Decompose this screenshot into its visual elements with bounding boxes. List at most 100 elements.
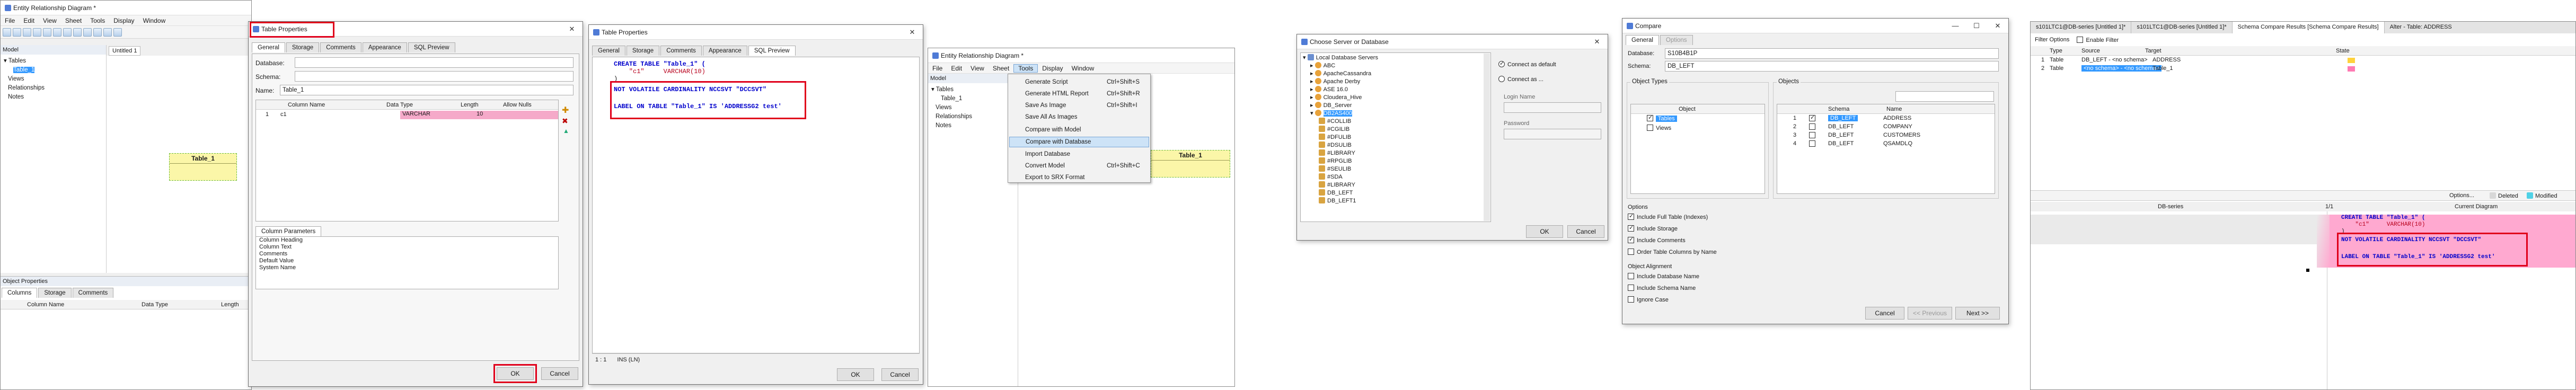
view-icon[interactable]	[93, 28, 102, 37]
close-icon[interactable]: ✕	[1586, 34, 1608, 49]
tab-sql-preview[interactable]: SQL Preview	[408, 42, 455, 52]
db-item[interactable]: #CGILIB	[1303, 126, 1378, 134]
cut-icon[interactable]	[33, 28, 41, 37]
tab-appearance[interactable]: Appearance	[362, 42, 407, 52]
object-row[interactable]: 1DB_LEFTADDRESS	[1777, 114, 1995, 123]
object-type-row[interactable]: Views	[1631, 125, 1765, 133]
option-order-columns[interactable]: Order Table Columns by Name	[1628, 249, 1717, 255]
tree-notes[interactable]: Notes	[931, 121, 972, 130]
close-icon[interactable]: ✕	[1987, 19, 2008, 33]
option-storage[interactable]: Include Storage	[1628, 224, 1678, 232]
tab-comments[interactable]: Comments	[320, 42, 361, 52]
tab-sql-preview[interactable]: SQL Preview	[748, 46, 796, 56]
save-icon[interactable]	[23, 28, 31, 37]
tab-general[interactable]: General	[1626, 35, 1659, 45]
right-diff-pane[interactable]: CREATE TABLE "Table_1" ( "c1" VARCHAR(10…	[2328, 211, 2575, 389]
objects-search[interactable]	[1895, 91, 1994, 102]
login-name-field[interactable]	[1504, 102, 1601, 113]
editor-tab-3[interactable]: Schema Compare Results [Schema Compare R…	[2232, 22, 2385, 33]
object-row[interactable]: 2 DB_LEFT COMPANY	[1777, 123, 1995, 131]
tree-views[interactable]: Views	[4, 75, 45, 84]
menu-window[interactable]: Window	[1068, 65, 1099, 72]
enable-filter-checkbox[interactable]: Enable Filter	[2077, 36, 2119, 43]
entity-table-1[interactable]: Table_1	[169, 153, 237, 181]
maximize-icon[interactable]: ☐	[1966, 19, 1987, 33]
row-length[interactable]: 10	[474, 111, 517, 119]
database-field[interactable]	[295, 57, 574, 68]
add-column-icon[interactable]: ✚	[562, 105, 569, 116]
password-field[interactable]	[1504, 129, 1601, 139]
copy-icon[interactable]	[43, 28, 51, 37]
db-item[interactable]: #SDA	[1303, 173, 1378, 181]
tree-relationships[interactable]: Relationships	[931, 112, 972, 121]
results-row[interactable]: 2 Table <no schema> - <no schema> Table_…	[2031, 65, 2575, 74]
tree-notes[interactable]: Notes	[4, 93, 45, 102]
server-item[interactable]: ▸ ApacheCassandra	[1303, 70, 1378, 78]
menu-edit[interactable]: Edit	[19, 17, 39, 24]
tab-column-parameters[interactable]: Column Parameters	[255, 226, 322, 236]
menu-save-as-image[interactable]: Save As Image Ctrl+Shift+I	[1008, 101, 1150, 111]
props-tab-columns[interactable]: Columns	[2, 288, 38, 298]
menu-sheet[interactable]: Sheet	[989, 65, 1013, 72]
schema-select[interactable]: DB_LEFT	[1665, 61, 1999, 72]
results-row[interactable]: 1 Table DB_LEFT - <no schema> ADDRESS	[2031, 57, 2575, 65]
editor-tab-1[interactable]: s101LTC1@DB-series [Untitled 1]*	[2031, 22, 2132, 33]
db-item[interactable]: #SEULIB	[1303, 165, 1378, 173]
object-type-row[interactable]: Tables	[1631, 114, 1765, 123]
align-database-name[interactable]: Include Database Name	[1628, 273, 1699, 280]
tree-relationships[interactable]: Relationships	[4, 84, 45, 93]
schema-field[interactable]	[295, 71, 574, 82]
server-item[interactable]: ▸ Cloudera_Hive	[1303, 94, 1378, 102]
minimize-icon[interactable]: —	[1945, 19, 1966, 33]
menu-generate-script[interactable]: Generate Script Ctrl+Shift+S	[1008, 77, 1150, 88]
row-column-name[interactable]: c1	[280, 111, 287, 118]
row-allow-nulls[interactable]	[517, 111, 558, 119]
relation-icon[interactable]	[103, 28, 112, 37]
menu-import-database[interactable]: Import Database	[1008, 149, 1150, 160]
menu-compare-with-model[interactable]: Compare with Model	[1008, 125, 1150, 136]
zoom-in-icon[interactable]	[63, 28, 72, 37]
open-icon[interactable]	[13, 28, 21, 37]
left-diff-pane[interactable]	[2031, 211, 2327, 389]
menu-display[interactable]: Display	[109, 17, 138, 24]
db-item[interactable]: #DFULIB	[1303, 134, 1378, 141]
server-item[interactable]: ▸ ASE 16.0	[1303, 86, 1378, 94]
previous-button[interactable]: << Previous	[1908, 307, 1952, 320]
diagram-canvas[interactable]: Table_1	[107, 56, 251, 273]
name-field[interactable]: Table_1	[280, 85, 574, 95]
tab-storage[interactable]: Storage	[286, 42, 320, 52]
menu-generate-html-report[interactable]: Generate HTML Report Ctrl+Shift+R	[1008, 89, 1150, 100]
align-ignore-case[interactable]: Ignore Case	[1628, 296, 1669, 303]
menu-view[interactable]: View	[966, 65, 989, 72]
menu-compare-with-database[interactable]: Compare with Database	[1009, 137, 1149, 147]
menu-sheet[interactable]: Sheet	[61, 17, 86, 24]
menu-edit[interactable]: Edit	[947, 65, 966, 72]
menu-window[interactable]: Window	[139, 17, 170, 24]
db-item[interactable]: #LIBRARY	[1303, 149, 1378, 157]
cancel-button[interactable]: Cancel	[1567, 225, 1604, 238]
tab-storage[interactable]: Storage	[626, 46, 660, 56]
db-item[interactable]: #RPGLIB	[1303, 157, 1378, 165]
tree-views[interactable]: Views	[931, 103, 972, 112]
ok-button[interactable]: OK	[837, 368, 874, 381]
menu-export-srx[interactable]: Export to SRX Format	[1008, 173, 1150, 182]
tab-options[interactable]: Options	[1660, 35, 1693, 45]
menu-file[interactable]: File	[1, 17, 19, 24]
server-tree[interactable]: ▾ Local Database Servers ▸ ABC ▸ ApacheC…	[1300, 52, 1491, 222]
row-data-type[interactable]: VARCHAR	[400, 111, 474, 119]
connect-default-radio[interactable]: Connect as default	[1498, 60, 1556, 68]
db-item[interactable]: DB_LEFT1	[1303, 197, 1378, 205]
db-item[interactable]: #DSULIB	[1303, 141, 1378, 149]
tab-general[interactable]: General	[252, 42, 285, 52]
move-up-icon[interactable]: ▲	[563, 127, 569, 135]
new-icon[interactable]	[3, 28, 11, 37]
db-item[interactable]: DB_LEFT	[1303, 189, 1378, 197]
close-icon[interactable]: ✕	[902, 25, 923, 39]
zoom-out-icon[interactable]	[73, 28, 82, 37]
cancel-button[interactable]: Cancel	[541, 367, 578, 380]
menu-display[interactable]: Display	[1038, 65, 1067, 72]
tree-tables[interactable]: ▾ Tables	[931, 85, 972, 94]
tree-table-1[interactable]: Table_1	[931, 94, 972, 103]
menu-save-all-as-images[interactable]: Save All As Images	[1008, 112, 1150, 123]
column-row-1[interactable]: 1 c1 VARCHAR 10	[256, 111, 558, 119]
